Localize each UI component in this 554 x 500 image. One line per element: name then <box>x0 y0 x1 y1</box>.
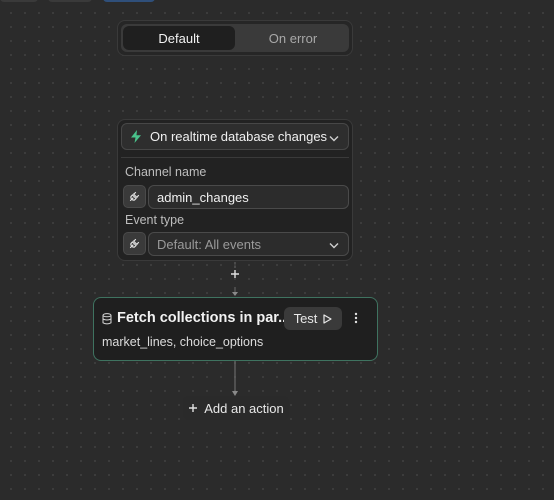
toolbar-fragment-left <box>0 0 38 2</box>
trigger-divider <box>121 157 349 158</box>
database-icon <box>102 313 112 325</box>
plug-icon <box>129 238 140 249</box>
event-type-value: Default: All events <box>157 236 262 252</box>
more-vertical-icon <box>354 312 358 324</box>
channel-name-input[interactable]: admin_changes <box>148 185 349 209</box>
tab-default[interactable]: Default <box>123 26 235 50</box>
tab-on-error[interactable]: On error <box>237 24 349 52</box>
event-variable-button[interactable] <box>123 232 146 255</box>
action-subtitle: market_lines, choice_options <box>102 335 264 349</box>
trigger-type-label: On realtime database changes <box>150 129 328 144</box>
channel-name-label: Channel name <box>125 165 207 179</box>
plug-icon <box>129 191 140 202</box>
toolbar-fragment-right <box>103 0 155 2</box>
test-button[interactable]: Test <box>284 307 342 330</box>
add-action-button[interactable]: Add an action <box>183 396 289 420</box>
chevron-down-icon <box>329 129 339 144</box>
channel-name-value: admin_changes <box>157 189 249 205</box>
bolt-icon <box>130 130 142 143</box>
plus-icon <box>188 403 198 413</box>
event-type-label: Event type <box>125 213 185 227</box>
channel-variable-button[interactable] <box>123 185 146 208</box>
action-title: Fetch collections in par... <box>117 310 291 326</box>
chevron-down-icon <box>329 237 339 252</box>
trigger-type-select[interactable]: On realtime database changes <box>121 123 349 150</box>
event-type-select[interactable]: Default: All events <box>148 232 349 256</box>
more-options-button[interactable] <box>350 310 362 326</box>
insert-step-button[interactable] <box>229 267 241 281</box>
test-button-label: Test <box>293 311 318 326</box>
toolbar-fragment-middle <box>48 0 92 2</box>
play-icon <box>323 313 333 324</box>
plus-icon <box>230 269 240 279</box>
add-action-label: Add an action <box>204 400 284 416</box>
branch-tabs: Default On error <box>121 24 349 52</box>
